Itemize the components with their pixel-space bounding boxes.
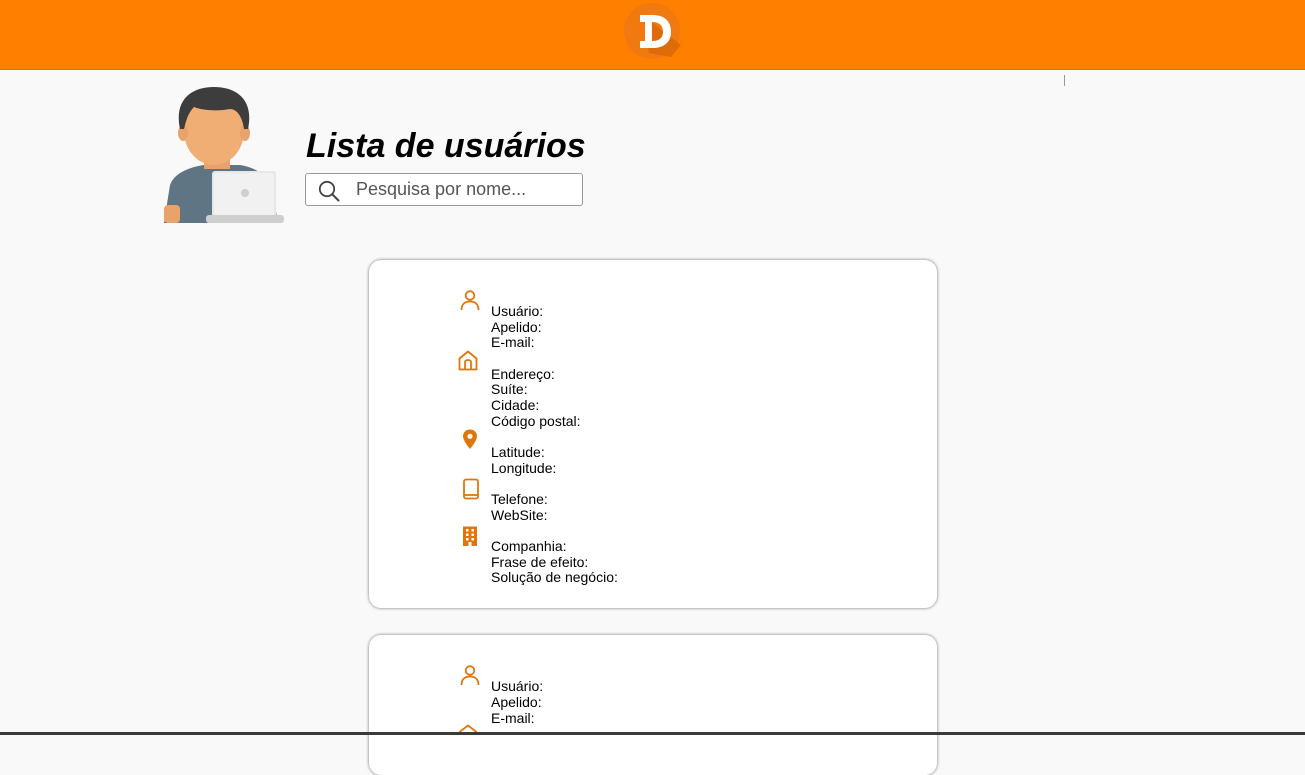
top-bar [0,0,1305,70]
field-label-latitude: Latitude: [491,444,545,460]
field-label-address: Endereço: [491,366,555,382]
home-icon [458,350,478,371]
home-icon [458,724,478,732]
person-icon [460,290,480,311]
field-label-nickname: Apelido: [491,694,542,710]
field-label-nickname: Apelido: [491,319,542,335]
text-cursor [1064,75,1065,86]
field-label-email: E-mail: [491,710,535,726]
field-label-catchphrase: Frase de efeito: [491,554,589,570]
field-label-company: Companhia: [491,538,567,554]
building-icon [463,526,477,546]
brand-logo[interactable] [621,1,683,59]
field-label-website: WebSite: [491,507,548,523]
field-label-business: Solução de negócio: [491,569,618,585]
field-label-suite: Suíte: [491,381,528,397]
field-label-zipcode: Código postal: [491,413,581,429]
field-label-city: Cidade: [491,397,540,413]
field-label-username: Usuário: [491,678,544,694]
user-card [369,260,937,608]
field-label-phone: Telefone: [491,491,548,507]
field-label-email: E-mail: [491,334,535,350]
location-pin-icon [463,429,477,449]
page-title: Lista de usuários [306,127,586,165]
field-label-longitude: Longitude: [491,460,557,476]
search-icon [318,180,340,202]
user-card [369,635,937,775]
phone-icon [463,478,479,500]
search-input[interactable] [356,176,576,203]
person-icon [460,665,480,686]
user-avatar-illustration [164,87,284,223]
field-label-username: Usuário: [491,303,544,319]
search-box[interactable] [305,173,583,206]
